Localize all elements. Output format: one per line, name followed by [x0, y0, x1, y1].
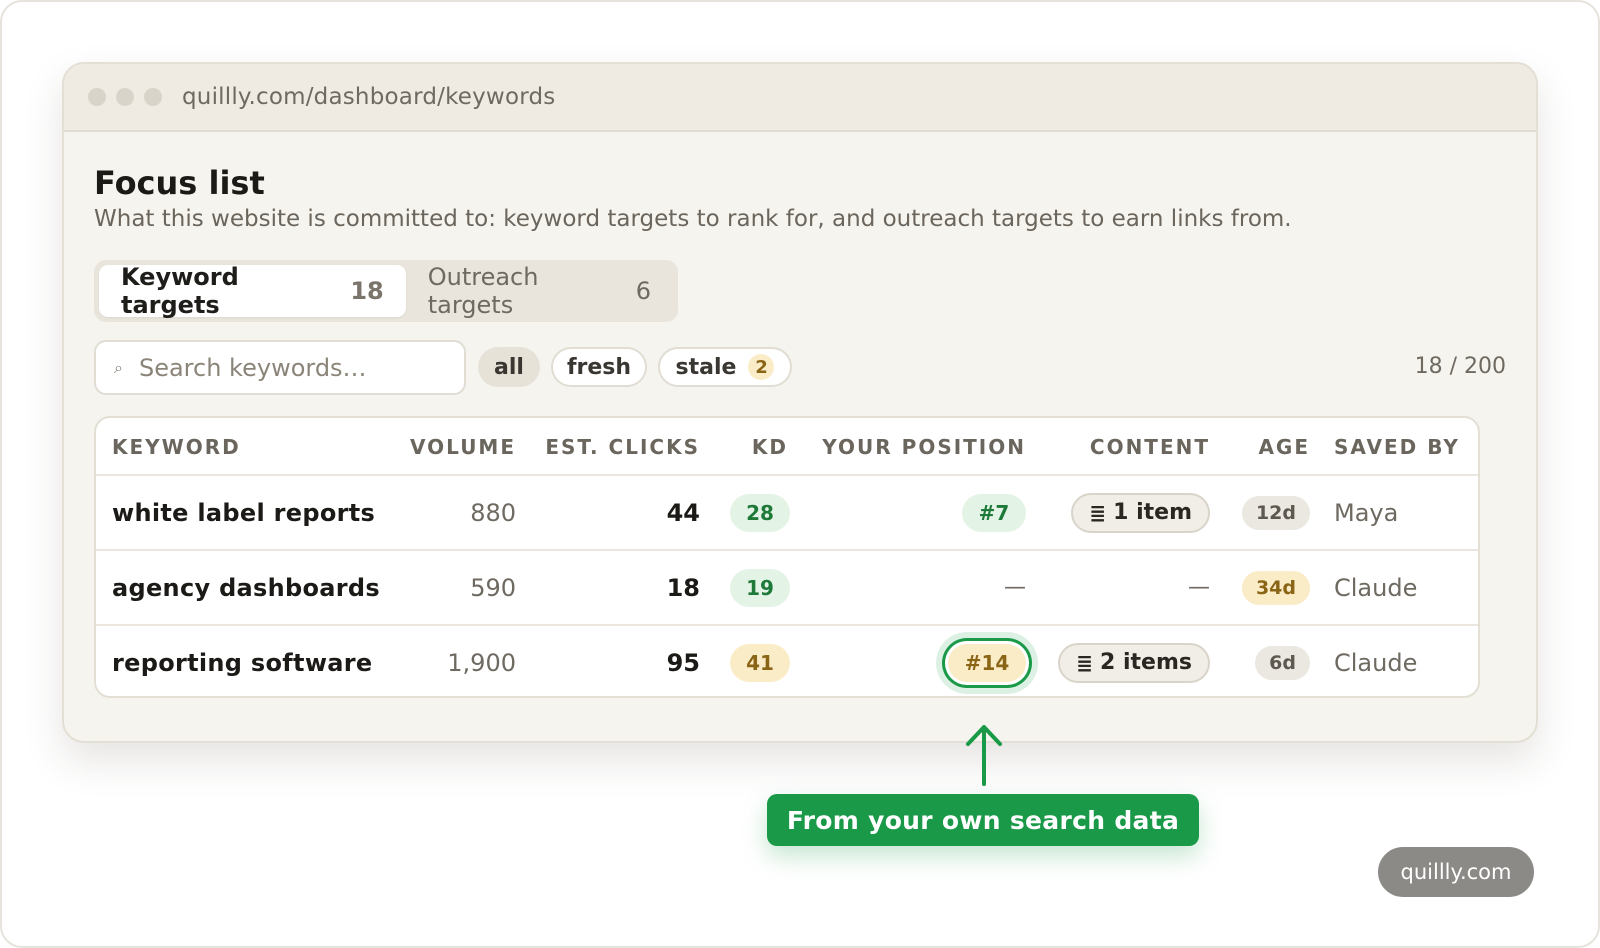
watermark-badge: quillly.com [1378, 847, 1534, 897]
browser-window: quillly.com/dashboard/keywords Focus lis… [62, 62, 1538, 743]
content-items-label: 1 item [1113, 500, 1192, 525]
table-header: KEYWORD VOLUME EST. CLICKS KD YOUR POSIT… [96, 418, 1478, 476]
tab-outreach-targets[interactable]: Outreach targets 6 [406, 263, 673, 319]
search-input[interactable] [138, 353, 439, 382]
age-badge: 12d [1241, 495, 1310, 530]
filter-stale-label: stale [675, 354, 737, 380]
keyword-cell: white label reports [112, 498, 376, 527]
table-row[interactable]: white label reports 880 44 28 #7 ≣ 1 ite… [96, 476, 1478, 551]
kd-cell: 41 [730, 626, 790, 696]
position-cell: — [1004, 551, 1026, 624]
age-cell: 6d [1255, 626, 1310, 696]
position-cell: #14 [948, 626, 1026, 696]
header-saved-by[interactable]: SAVED BY [1334, 435, 1460, 459]
clicks-cell: 44 [666, 498, 700, 527]
keyword-cell: reporting software [112, 648, 373, 677]
filter-stale-chip[interactable]: stale 2 [658, 347, 792, 387]
position-badge-highlighted: #14 [948, 643, 1026, 682]
header-volume[interactable]: VOLUME [410, 435, 516, 459]
saved-by-cell: Claude [1334, 573, 1418, 602]
list-icon: ≣ [1089, 500, 1107, 525]
clicks-cell: 95 [666, 648, 700, 677]
header-content[interactable]: CONTENT [1090, 435, 1210, 459]
keyword-cell: agency dashboards [112, 573, 380, 602]
position-badge: #7 [962, 493, 1026, 532]
kd-cell: 19 [730, 551, 790, 624]
kd-cell: 28 [730, 476, 790, 549]
keyword-table: KEYWORD VOLUME EST. CLICKS KD YOUR POSIT… [94, 416, 1480, 698]
volume-cell: 590 [470, 573, 516, 602]
address-bar[interactable]: quillly.com/dashboard/keywords [182, 84, 555, 110]
position-empty: — [1004, 575, 1026, 600]
tab-label: Outreach targets [427, 263, 539, 319]
content-cell: ≣ 1 item [1071, 476, 1210, 549]
stale-count-badge: 2 [748, 354, 775, 380]
page-subtitle: What this website is committed to: keywo… [94, 206, 1292, 232]
kd-badge: 19 [730, 568, 790, 607]
content-items-label: 2 items [1100, 650, 1192, 675]
saved-by-cell: Maya [1334, 498, 1399, 527]
tab-label: Keyword targets [121, 263, 239, 319]
search-box: ⌕ [94, 340, 466, 395]
header-position[interactable]: YOUR POSITION [822, 435, 1026, 459]
content-cell: ≣ 2 items [1058, 626, 1210, 696]
header-kd[interactable]: KD [752, 435, 788, 459]
age-cell: 12d [1241, 476, 1310, 549]
window-close-dot[interactable] [88, 88, 106, 106]
volume-cell: 880 [470, 498, 516, 527]
kd-badge: 41 [730, 643, 790, 682]
search-icon: ⌕ [114, 357, 123, 377]
content-cell: — [1188, 551, 1210, 624]
age-badge: 34d [1241, 570, 1310, 605]
annotation-callout: From your own search data [767, 794, 1199, 846]
window-maximize-dot[interactable] [144, 88, 162, 106]
arrow-up-icon [966, 725, 1002, 786]
position-cell: #7 [962, 476, 1026, 549]
header-clicks[interactable]: EST. CLICKS [545, 435, 700, 459]
content-items-button[interactable]: ≣ 1 item [1071, 492, 1210, 533]
kd-badge: 28 [730, 493, 790, 532]
header-age[interactable]: AGE [1258, 435, 1310, 459]
page-title: Focus list [94, 164, 265, 202]
table-row[interactable]: reporting software 1,900 95 41 #14 ≣ 2 i… [96, 626, 1478, 696]
window-minimize-dot[interactable] [116, 88, 134, 106]
age-cell: 34d [1241, 551, 1310, 624]
tab-keyword-targets[interactable]: Keyword targets 18 [99, 263, 406, 319]
header-keyword[interactable]: KEYWORD [112, 435, 241, 459]
table-row[interactable]: agency dashboards 590 18 19 — — 34d Clau… [96, 551, 1478, 626]
age-badge: 6d [1255, 645, 1310, 680]
list-icon: ≣ [1076, 650, 1094, 675]
saved-by-cell: Claude [1334, 648, 1418, 677]
volume-cell: 1,900 [447, 648, 516, 677]
content-items-button[interactable]: ≣ 2 items [1058, 642, 1210, 683]
quota-counter: 18 / 200 [1414, 354, 1506, 379]
tab-count: 6 [635, 277, 651, 305]
tab-bar: Keyword targets 18 Outreach targets 6 [94, 260, 678, 322]
tab-count: 18 [350, 277, 384, 305]
browser-titlebar: quillly.com/dashboard/keywords [64, 64, 1536, 132]
clicks-cell: 18 [666, 573, 700, 602]
filter-fresh-chip[interactable]: fresh [551, 347, 647, 387]
filter-all-chip[interactable]: all [478, 347, 540, 387]
content-empty: — [1188, 575, 1210, 600]
